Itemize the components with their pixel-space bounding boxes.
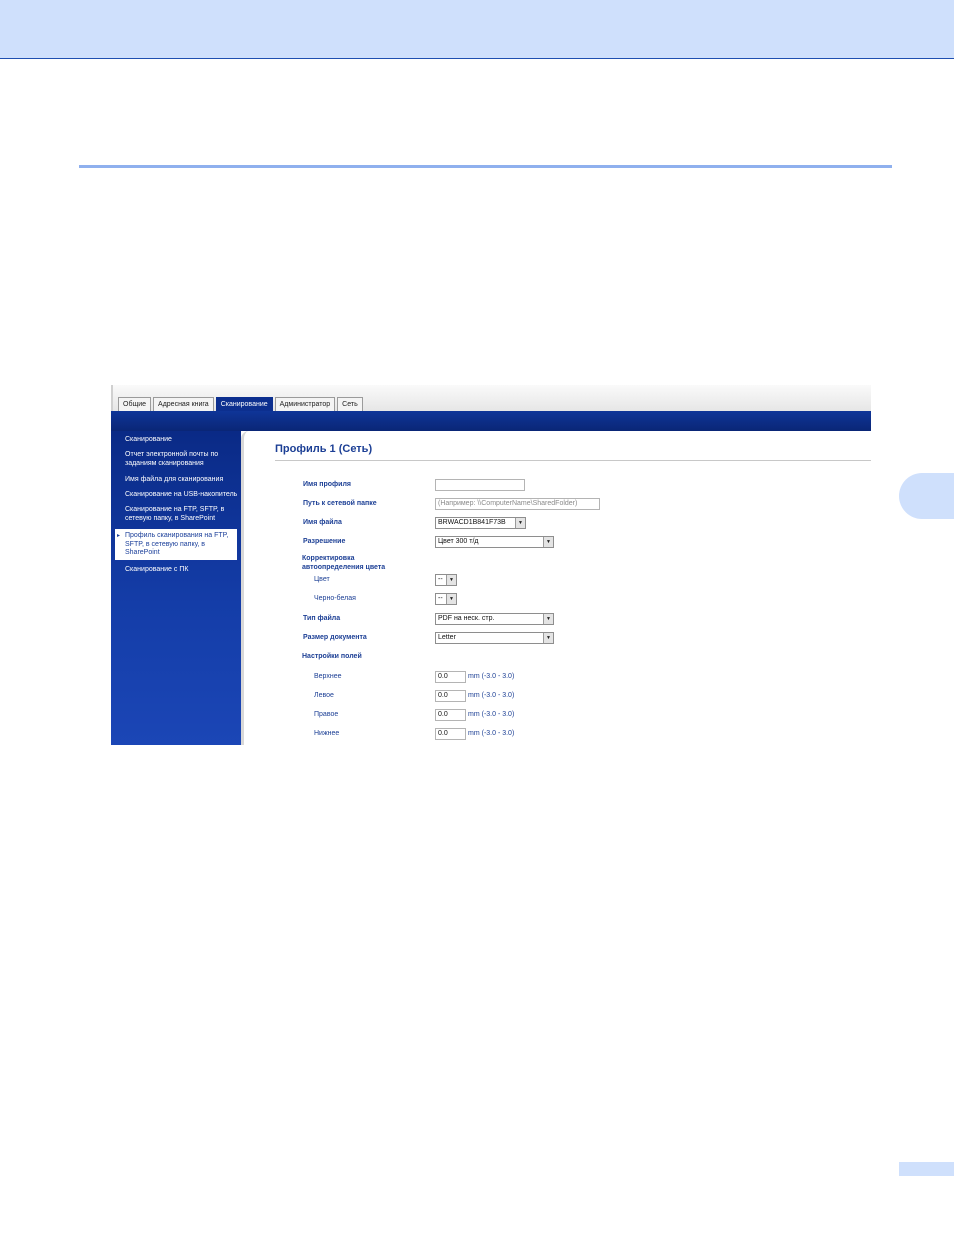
resolution-select[interactable]: Цвет 300 т/д ▼ <box>435 536 554 548</box>
tab-general[interactable]: Общие <box>118 397 152 411</box>
sidebar-item-label: Профиль сканирования на FTP, SFTP, в сет… <box>125 532 229 556</box>
page-number-tab <box>899 1162 954 1176</box>
sidebar: Сканирование Отчет электронной почты по … <box>111 431 241 745</box>
sidebar-item-scan-profile[interactable]: ▸ Профиль сканирования на FTP, SFTP, в с… <box>115 529 237 560</box>
resolution-value: Цвет 300 т/д <box>438 538 479 545</box>
web-management-screenshot: Общие Адресная книга Сканирование Админи… <box>111 385 871 745</box>
margin-bottom-input[interactable]: 0.0 <box>435 728 466 740</box>
file-type-value: PDF на неск. стр. <box>438 615 495 622</box>
profile-name-label: Имя профиля <box>303 481 351 488</box>
network-path-label: Путь к сетевой папке <box>303 500 377 507</box>
tab-bar: Общие Адресная книга Сканирование Админи… <box>118 397 363 411</box>
chevron-down-icon[interactable]: ▼ <box>543 614 553 624</box>
bw-select[interactable]: -- ▼ <box>435 593 457 605</box>
margin-left-label: Левое <box>314 692 334 699</box>
margin-right-range: mm (-3.0 - 3.0) <box>468 711 515 718</box>
tab-network[interactable]: Сеть <box>337 397 363 411</box>
chevron-down-icon[interactable]: ▼ <box>446 594 456 604</box>
doc-size-value: Letter <box>438 634 456 641</box>
file-name-value: BRWACD1B841F73B <box>438 519 506 526</box>
auto-color-label: Корректировка автоопределения цвета <box>302 555 386 571</box>
file-name-label: Имя файла <box>303 519 342 526</box>
color-label: Цвет <box>314 576 330 583</box>
file-name-select[interactable]: BRWACD1B841F73B ▼ <box>435 517 526 529</box>
margin-right-input[interactable]: 0.0 <box>435 709 466 721</box>
tab-address-book[interactable]: Адресная книга <box>153 397 214 411</box>
profile-name-input[interactable] <box>435 479 525 491</box>
doc-size-select[interactable]: Letter ▼ <box>435 632 554 644</box>
header-band <box>111 411 871 431</box>
margin-bottom-label: Нижнее <box>314 730 340 737</box>
sidebar-item-scan-to-ftp[interactable]: Сканирование на FTP, SFTP, в сетевую пап… <box>125 506 241 523</box>
margin-top-range: mm (-3.0 - 3.0) <box>468 673 515 680</box>
sidebar-item-scan[interactable]: Сканирование <box>125 436 241 445</box>
sidebar-item-scan-to-usb[interactable]: Сканирование на USB-накопитель <box>125 491 241 500</box>
page-title: Профиль 1 (Сеть) <box>275 443 373 455</box>
chevron-down-icon[interactable]: ▼ <box>543 537 553 547</box>
margin-top-input[interactable]: 0.0 <box>435 671 466 683</box>
page-header-band <box>0 0 954 59</box>
chevron-down-icon[interactable]: ▼ <box>446 575 456 585</box>
color-value: -- <box>438 576 443 583</box>
margin-left-range: mm (-3.0 - 3.0) <box>468 692 515 699</box>
margin-right-label: Правое <box>314 711 339 718</box>
section-rule <box>79 165 892 168</box>
file-type-label: Тип файла <box>303 615 341 622</box>
bw-value: -- <box>438 595 443 602</box>
margin-top-label: Верхнее <box>314 673 342 680</box>
margin-bottom-range: mm (-3.0 - 3.0) <box>468 730 515 737</box>
network-path-input[interactable]: (Например: \\ComputerName\SharedFolder) <box>435 498 600 510</box>
triangle-right-icon: ▸ <box>117 533 121 539</box>
color-select[interactable]: -- ▼ <box>435 574 457 586</box>
doc-size-label: Размер документа <box>303 634 367 641</box>
chevron-down-icon[interactable]: ▼ <box>515 518 525 528</box>
margin-left-input[interactable]: 0.0 <box>435 690 466 702</box>
sidebar-item-scan-from-pc[interactable]: Сканирование с ПК <box>125 566 241 575</box>
tab-administrator[interactable]: Администратор <box>274 397 336 411</box>
tab-scan[interactable]: Сканирование <box>215 397 273 411</box>
chapter-tab <box>899 473 954 519</box>
sidebar-item-scan-file-name[interactable]: Имя файла для сканирования <box>125 476 241 485</box>
title-divider <box>275 460 871 461</box>
resolution-label: Разрешение <box>303 538 346 545</box>
bw-label: Черно-белая <box>314 595 356 602</box>
file-type-select[interactable]: PDF на неск. стр. ▼ <box>435 613 554 625</box>
margins-label: Настройки полей <box>302 653 362 660</box>
chevron-down-icon[interactable]: ▼ <box>543 633 553 643</box>
main-content: Профиль 1 (Сеть) Имя профиля Путь к сете… <box>241 431 871 745</box>
sidebar-item-scan-email-report[interactable]: Отчет электронной почты по заданиям скан… <box>125 451 241 468</box>
